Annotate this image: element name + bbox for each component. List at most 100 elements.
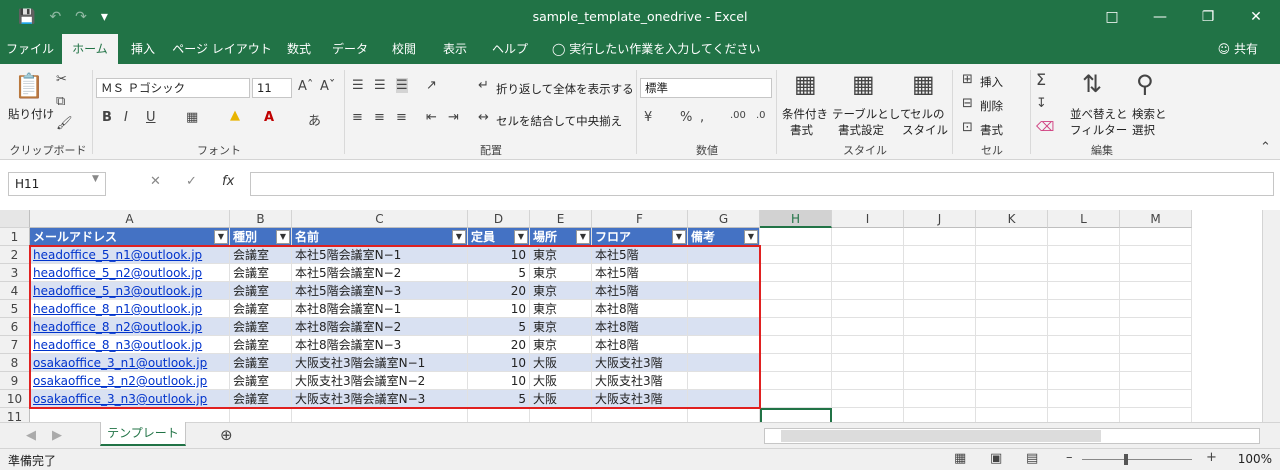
- delete-cells-button[interactable]: 削除: [980, 98, 1003, 114]
- table-cell[interactable]: 会議室: [230, 336, 292, 354]
- spreadsheet-grid[interactable]: A B C D E F G H I J K L M 1 2 3 4 5 6 7 8 9 10 11 メールアドレス ▼ 種別 ▼ 名前 ▼…: [0, 210, 1280, 422]
- empty-cell[interactable]: [760, 264, 832, 282]
- table-cell[interactable]: 本社5階: [592, 282, 688, 300]
- empty-cell[interactable]: [904, 372, 976, 390]
- font-color-icon[interactable]: A: [264, 110, 274, 125]
- empty-cell[interactable]: [1120, 408, 1192, 422]
- table-cell[interactable]: 東京: [530, 264, 592, 282]
- email-link-cell[interactable]: osakaoffice_3_n2@outlook.jp: [30, 372, 230, 390]
- table-cell[interactable]: 本社8階会議室N−2: [292, 318, 468, 336]
- format-painter-icon[interactable]: 🖌: [56, 116, 73, 131]
- table-cell[interactable]: 東京: [530, 282, 592, 300]
- empty-cell[interactable]: [832, 264, 904, 282]
- empty-cell[interactable]: [904, 228, 976, 246]
- empty-cell[interactable]: [468, 408, 530, 422]
- format-cells-icon[interactable]: ⊡: [962, 120, 973, 135]
- table-cell[interactable]: 会議室: [230, 246, 292, 264]
- tab-file[interactable]: ファイル: [0, 34, 60, 64]
- active-cell[interactable]: [760, 408, 832, 422]
- table-cell[interactable]: 5: [468, 390, 530, 408]
- decrease-indent-icon[interactable]: ⇤: [426, 110, 437, 125]
- column-header-i[interactable]: I: [832, 210, 904, 228]
- empty-cell[interactable]: [1048, 336, 1120, 354]
- empty-cell[interactable]: [832, 336, 904, 354]
- row-header-8[interactable]: 8: [0, 354, 30, 372]
- empty-cell[interactable]: [760, 318, 832, 336]
- table-cell[interactable]: [688, 390, 760, 408]
- ribbon-display-icon[interactable]: □: [1088, 0, 1136, 34]
- empty-cell[interactable]: [904, 390, 976, 408]
- empty-cell[interactable]: [976, 228, 1048, 246]
- email-link-cell[interactable]: headoffice_8_n3@outlook.jp: [30, 336, 230, 354]
- empty-cell[interactable]: [1048, 354, 1120, 372]
- row-header-4[interactable]: 4: [0, 282, 30, 300]
- wrap-text-icon[interactable]: ↵: [478, 78, 489, 93]
- number-format-box[interactable]: 標準: [640, 78, 772, 98]
- empty-cell[interactable]: [1120, 354, 1192, 372]
- find-select-icon[interactable]: ⚲: [1136, 70, 1154, 98]
- table-header-cell[interactable]: メールアドレス: [30, 228, 230, 246]
- table-cell[interactable]: 東京: [530, 300, 592, 318]
- vertical-scrollbar[interactable]: [1262, 210, 1280, 422]
- empty-cell[interactable]: [832, 246, 904, 264]
- zoom-out-icon[interactable]: –: [1066, 450, 1073, 465]
- normal-view-icon[interactable]: ▦: [954, 451, 966, 466]
- table-cell[interactable]: 大阪支社3階会議室N−2: [292, 372, 468, 390]
- row-header-10[interactable]: 10: [0, 390, 30, 408]
- orientation-icon[interactable]: ↗: [426, 78, 437, 93]
- filter-dropdown-icon[interactable]: ▼: [276, 230, 290, 244]
- table-cell[interactable]: [688, 246, 760, 264]
- table-cell[interactable]: 東京: [530, 318, 592, 336]
- empty-cell[interactable]: [976, 408, 1048, 422]
- sort-filter-label-2[interactable]: フィルター: [1070, 122, 1127, 138]
- horizontal-scroll-thumb[interactable]: [781, 430, 1101, 442]
- conditional-format-label-1[interactable]: 条件付き: [782, 106, 828, 122]
- tab-insert[interactable]: 挿入: [120, 34, 166, 64]
- table-cell[interactable]: 会議室: [230, 264, 292, 282]
- empty-cell[interactable]: [904, 408, 976, 422]
- empty-cell[interactable]: [976, 390, 1048, 408]
- increase-font-icon[interactable]: Aˆ: [298, 79, 313, 94]
- empty-cell[interactable]: [1120, 318, 1192, 336]
- paste-button[interactable]: 貼り付け: [8, 106, 54, 122]
- empty-cell[interactable]: [760, 354, 832, 372]
- close-button[interactable]: ✕: [1232, 0, 1280, 34]
- cancel-icon[interactable]: ✕: [150, 174, 161, 189]
- format-as-table-label-2[interactable]: 書式設定: [838, 122, 884, 138]
- share-button[interactable]: ☺ 共有: [1218, 34, 1258, 64]
- empty-cell[interactable]: [904, 282, 976, 300]
- tab-formulas[interactable]: 数式: [278, 34, 320, 64]
- table-cell[interactable]: [688, 300, 760, 318]
- table-cell[interactable]: 大阪支社3階: [592, 354, 688, 372]
- font-size-box[interactable]: 11: [252, 78, 292, 98]
- cut-icon[interactable]: ✂: [56, 72, 67, 87]
- table-cell[interactable]: 本社8階会議室N−1: [292, 300, 468, 318]
- column-header-d[interactable]: D: [468, 210, 530, 228]
- column-header-k[interactable]: K: [976, 210, 1048, 228]
- table-cell[interactable]: 大阪支社3階: [592, 372, 688, 390]
- table-cell[interactable]: 本社8階会議室N−3: [292, 336, 468, 354]
- column-header-f[interactable]: F: [592, 210, 688, 228]
- delete-cells-icon[interactable]: ⊟: [962, 96, 973, 111]
- table-cell[interactable]: 本社5階会議室N−2: [292, 264, 468, 282]
- tab-view[interactable]: 表示: [432, 34, 478, 64]
- fill-color-icon[interactable]: ▲: [230, 108, 240, 123]
- table-cell[interactable]: 会議室: [230, 318, 292, 336]
- column-header-h[interactable]: H: [760, 210, 832, 228]
- tab-help[interactable]: ヘルプ: [484, 34, 536, 64]
- italic-icon[interactable]: I: [124, 110, 128, 125]
- align-center-icon[interactable]: ≡: [374, 110, 385, 125]
- table-cell[interactable]: 本社8階: [592, 336, 688, 354]
- column-header-b[interactable]: B: [230, 210, 292, 228]
- filter-dropdown-icon[interactable]: ▼: [576, 230, 590, 244]
- tab-page-layout[interactable]: ページ レイアウト: [170, 34, 274, 64]
- row-header-6[interactable]: 6: [0, 318, 30, 336]
- conditional-format-label-2[interactable]: 書式: [790, 122, 813, 138]
- empty-cell[interactable]: [592, 408, 688, 422]
- empty-cell[interactable]: [1120, 372, 1192, 390]
- increase-indent-icon[interactable]: ⇥: [448, 110, 459, 125]
- empty-cell[interactable]: [760, 228, 832, 246]
- insert-cells-button[interactable]: 挿入: [980, 74, 1003, 90]
- table-cell[interactable]: 大阪支社3階会議室N−3: [292, 390, 468, 408]
- filter-dropdown-icon[interactable]: ▼: [744, 230, 758, 244]
